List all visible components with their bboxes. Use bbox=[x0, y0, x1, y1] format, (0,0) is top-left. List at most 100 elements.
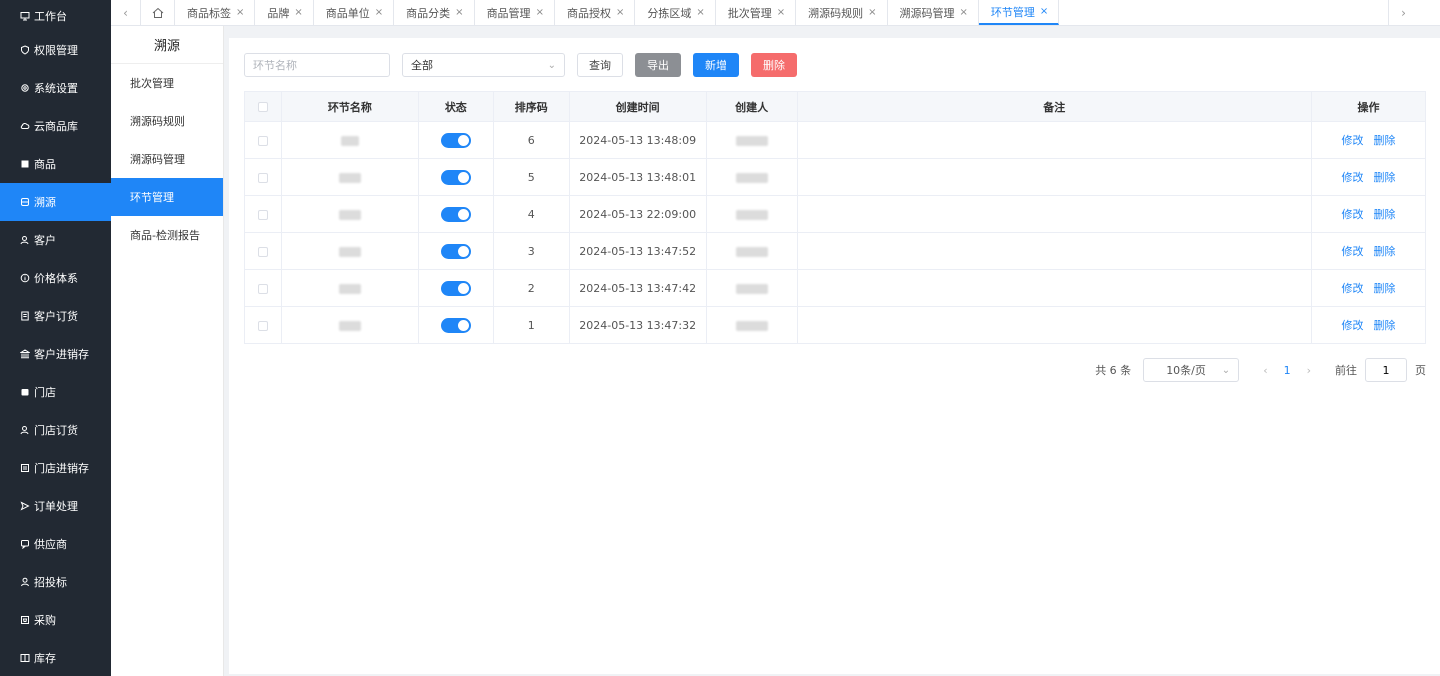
close-icon[interactable]: × bbox=[236, 7, 244, 18]
sidebar-item[interactable]: 客户进销存 bbox=[0, 335, 111, 373]
close-icon[interactable]: × bbox=[868, 7, 876, 18]
close-icon[interactable]: × bbox=[696, 7, 704, 18]
sidebar-item[interactable]: 价格体系 bbox=[0, 259, 111, 297]
sub-sidebar-title: 溯源 bbox=[111, 26, 223, 64]
created-cell: 2024-05-13 13:47:32 bbox=[569, 306, 707, 344]
delete-link[interactable]: 删除 bbox=[1374, 282, 1396, 295]
name-cell bbox=[281, 121, 419, 159]
table-row[interactable]: 2 2024-05-13 13:47:42 修改 删除 bbox=[244, 269, 1426, 307]
sidebar-item-label: 权限管理 bbox=[34, 44, 78, 57]
sidebar-item[interactable]: 订单处理 bbox=[0, 487, 111, 525]
row-checkbox[interactable] bbox=[257, 320, 268, 331]
delete-link[interactable]: 删除 bbox=[1374, 134, 1396, 147]
table-row[interactable]: 4 2024-05-13 22:09:00 修改 删除 bbox=[244, 195, 1426, 233]
tab[interactable]: 分拣区域 × bbox=[635, 0, 716, 25]
row-checkbox[interactable] bbox=[257, 172, 268, 183]
status-toggle[interactable] bbox=[440, 243, 471, 259]
sub-sidebar-item[interactable]: 溯源码规则 bbox=[111, 102, 223, 140]
sidebar-item[interactable]: 工作台 bbox=[0, 0, 111, 31]
select-all-header bbox=[244, 91, 282, 122]
sort-cell: 4 bbox=[493, 195, 570, 233]
close-icon[interactable]: × bbox=[536, 7, 544, 18]
prev-page-button[interactable]: ‹ bbox=[1263, 364, 1267, 377]
status-toggle[interactable] bbox=[440, 280, 471, 296]
edit-link[interactable]: 修改 bbox=[1342, 319, 1364, 332]
creator-cell bbox=[706, 121, 798, 159]
close-icon[interactable]: × bbox=[1040, 6, 1048, 17]
tab[interactable]: 商品授权 × bbox=[555, 0, 636, 25]
tab[interactable]: 品牌 × bbox=[255, 0, 314, 25]
delete-link[interactable]: 删除 bbox=[1374, 319, 1396, 332]
edit-link[interactable]: 修改 bbox=[1342, 171, 1364, 184]
sidebar-item[interactable]: 库存 bbox=[0, 639, 111, 676]
sidebar-item[interactable]: 门店订货 bbox=[0, 411, 111, 449]
tab[interactable]: 溯源码管理 × bbox=[888, 0, 979, 25]
edit-link[interactable]: 修改 bbox=[1342, 245, 1364, 258]
page-size-select[interactable]: 10条/页 ⌄ bbox=[1143, 358, 1240, 382]
tab[interactable]: 批次管理 × bbox=[716, 0, 797, 25]
sidebar-item[interactable]: 门店 bbox=[0, 373, 111, 411]
sidebar-item[interactable]: 系统设置 bbox=[0, 69, 111, 107]
row-checkbox[interactable] bbox=[257, 246, 268, 257]
delete-link[interactable]: 删除 bbox=[1374, 208, 1396, 221]
close-icon[interactable]: × bbox=[455, 7, 463, 18]
close-icon[interactable]: × bbox=[375, 7, 383, 18]
close-icon[interactable]: × bbox=[616, 7, 624, 18]
search-input[interactable] bbox=[244, 53, 390, 77]
table-row[interactable]: 6 2024-05-13 13:48:09 修改 删除 bbox=[244, 121, 1426, 159]
tab[interactable]: 环节管理 × bbox=[978, 0, 1060, 25]
tab-label: 溯源码管理 bbox=[899, 6, 955, 20]
status-select[interactable]: 全部 ⌄ bbox=[402, 53, 565, 77]
next-page-button[interactable]: › bbox=[1307, 364, 1311, 377]
table-row[interactable]: 1 2024-05-13 13:47:32 修改 删除 bbox=[244, 306, 1426, 344]
sidebar-item[interactable]: 权限管理 bbox=[0, 31, 111, 69]
export-button[interactable]: 导出 bbox=[635, 53, 681, 77]
delete-link[interactable]: 删除 bbox=[1374, 245, 1396, 258]
page-number-1[interactable]: 1 bbox=[1284, 364, 1291, 377]
sidebar-item[interactable]: 溯源 bbox=[0, 183, 111, 221]
status-toggle[interactable] bbox=[440, 132, 471, 148]
sub-sidebar-item[interactable]: 商品-检测报告 bbox=[111, 216, 223, 254]
close-icon[interactable]: × bbox=[777, 7, 785, 18]
sidebar-item[interactable]: 客户订货 bbox=[0, 297, 111, 335]
table-row[interactable]: 5 2024-05-13 13:48:01 修改 删除 bbox=[244, 158, 1426, 196]
sidebar-item[interactable]: 采购 bbox=[0, 601, 111, 639]
home-tab[interactable] bbox=[141, 0, 175, 25]
goto-page-input[interactable] bbox=[1365, 358, 1407, 382]
sub-sidebar-item[interactable]: 溯源码管理 bbox=[111, 140, 223, 178]
close-icon[interactable]: × bbox=[960, 7, 968, 18]
status-toggle[interactable] bbox=[440, 169, 471, 185]
tab[interactable]: 商品分类 × bbox=[394, 0, 475, 25]
add-button[interactable]: 新增 bbox=[693, 53, 739, 77]
sub-sidebar-item[interactable]: 环节管理 bbox=[111, 178, 223, 216]
sidebar-item[interactable]: 招投标 bbox=[0, 563, 111, 601]
sidebar-item[interactable]: 商品 bbox=[0, 145, 111, 183]
edit-link[interactable]: 修改 bbox=[1342, 208, 1364, 221]
delete-button[interactable]: 删除 bbox=[751, 53, 797, 77]
tabs-scroll-right-button[interactable]: › bbox=[1388, 0, 1418, 26]
delete-link[interactable]: 删除 bbox=[1374, 171, 1396, 184]
tab[interactable]: 商品单位 × bbox=[314, 0, 395, 25]
row-checkbox[interactable] bbox=[257, 135, 268, 146]
sub-sidebar-item[interactable]: 批次管理 bbox=[111, 64, 223, 102]
tabs-scroll-left-button[interactable]: ‹ bbox=[111, 0, 141, 25]
edit-link[interactable]: 修改 bbox=[1342, 134, 1364, 147]
tab[interactable]: 商品管理 × bbox=[475, 0, 555, 25]
sort-cell: 2 bbox=[493, 269, 570, 307]
status-toggle[interactable] bbox=[440, 206, 471, 222]
tab[interactable]: 商品标签 × bbox=[175, 0, 256, 25]
sidebar-item[interactable]: 供应商 bbox=[0, 525, 111, 563]
actions-cell: 修改 删除 bbox=[1311, 158, 1426, 196]
query-button[interactable]: 查询 bbox=[577, 53, 623, 77]
status-toggle[interactable] bbox=[440, 317, 471, 333]
tab[interactable]: 溯源码规则 × bbox=[796, 0, 888, 25]
edit-link[interactable]: 修改 bbox=[1342, 282, 1364, 295]
table-row[interactable]: 3 2024-05-13 13:47:52 修改 删除 bbox=[244, 232, 1426, 270]
sidebar-item[interactable]: 客户 bbox=[0, 221, 111, 259]
select-all-checkbox[interactable] bbox=[257, 102, 268, 112]
sidebar-item[interactable]: 云商品库 bbox=[0, 107, 111, 145]
close-icon[interactable]: × bbox=[294, 7, 302, 18]
row-checkbox[interactable] bbox=[257, 209, 268, 220]
row-checkbox[interactable] bbox=[257, 283, 268, 294]
sidebar-item[interactable]: 门店进销存 bbox=[0, 449, 111, 487]
